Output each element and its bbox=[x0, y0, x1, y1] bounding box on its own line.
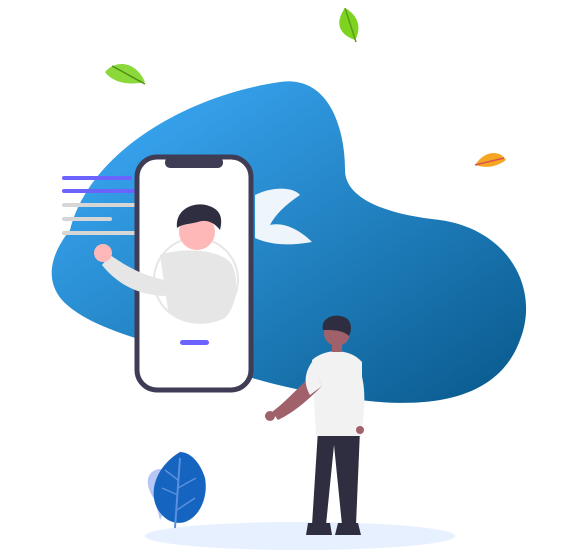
phone-notch bbox=[165, 157, 223, 168]
end-call-indicator bbox=[180, 340, 209, 345]
leaf-icon bbox=[339, 7, 359, 43]
leaf-icon bbox=[105, 63, 146, 85]
caller-shirt bbox=[160, 250, 237, 324]
caller-hand bbox=[94, 244, 112, 262]
leaf-icon bbox=[474, 153, 506, 167]
video-call-illustration bbox=[51, 7, 527, 550]
plant-icon bbox=[147, 452, 206, 529]
ground-shadow bbox=[145, 522, 455, 550]
